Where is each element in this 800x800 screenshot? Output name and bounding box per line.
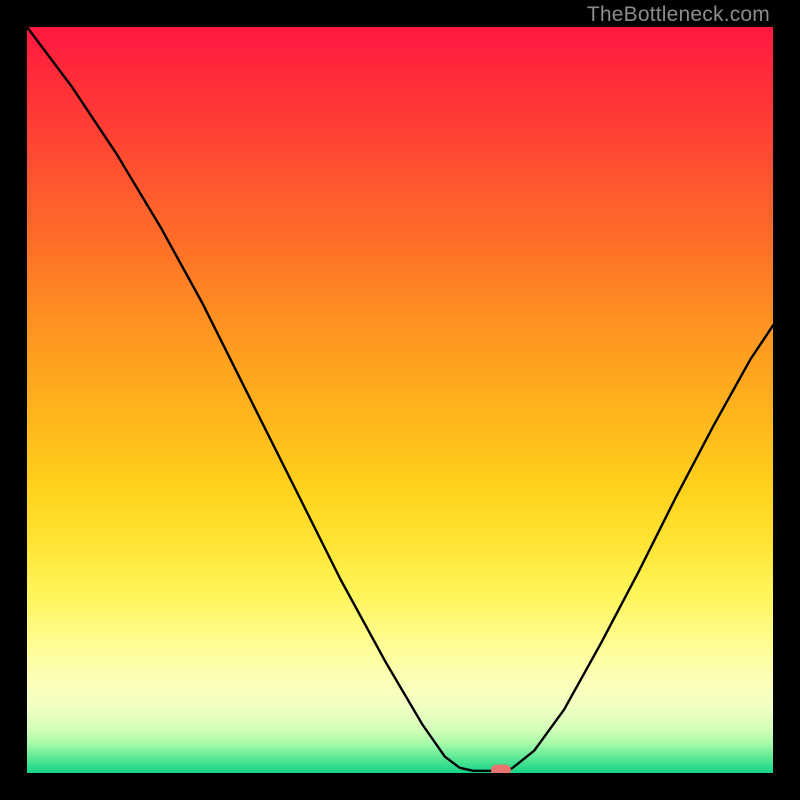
chart-frame: TheBottleneck.com <box>0 0 800 800</box>
watermark-text: TheBottleneck.com <box>587 3 770 27</box>
plot-area <box>27 27 773 773</box>
bottleneck-curve <box>27 27 773 773</box>
optimal-point-marker <box>491 765 511 773</box>
